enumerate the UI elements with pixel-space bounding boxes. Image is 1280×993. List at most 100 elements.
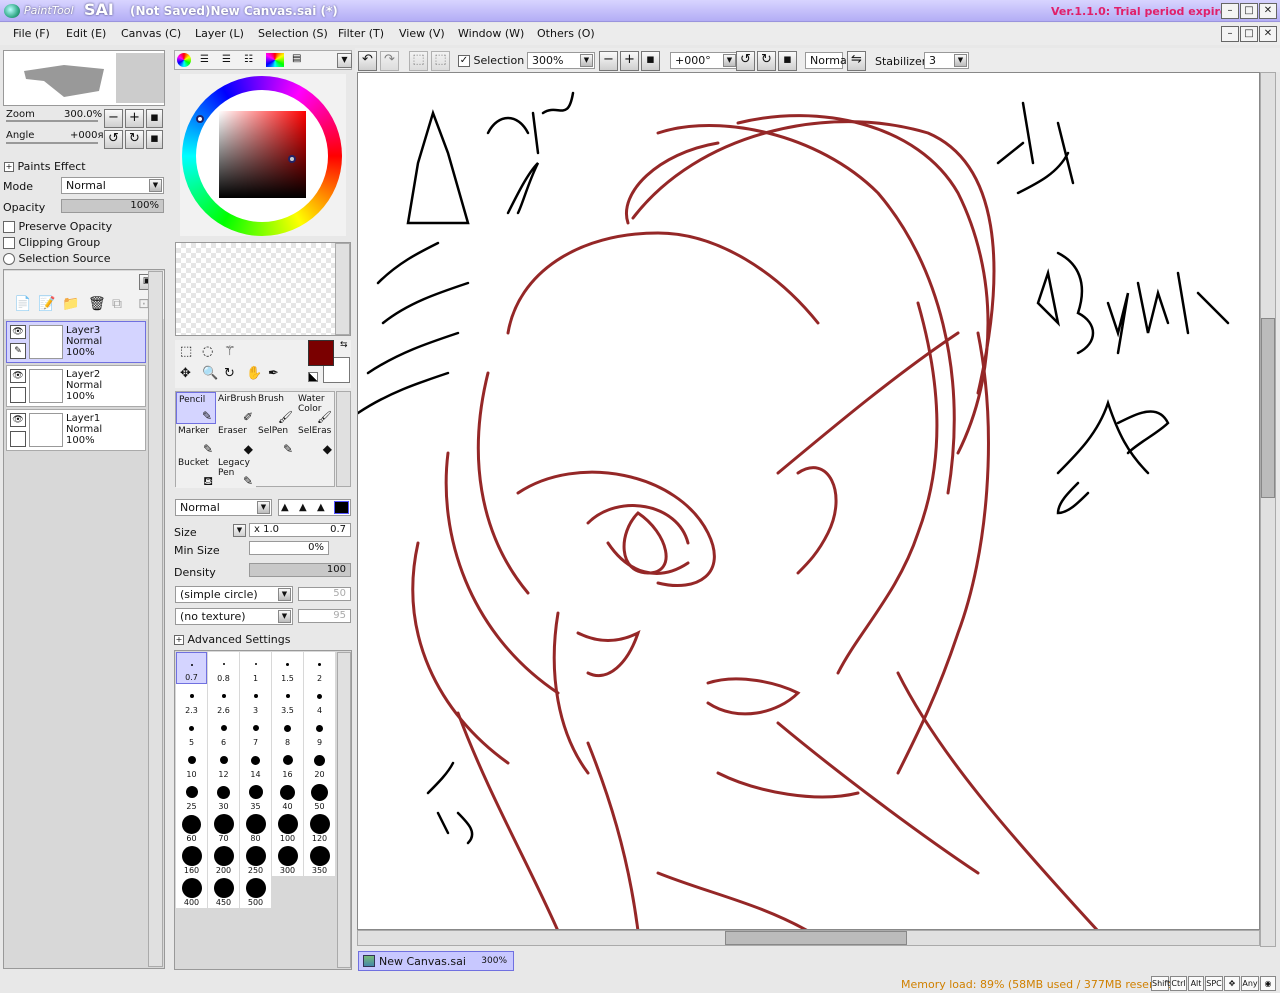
brush-size-16[interactable]: 16: [272, 748, 303, 780]
tool-marker[interactable]: Marker ✎: [176, 424, 216, 456]
brush-size-14[interactable]: 14: [240, 748, 271, 780]
lasso-icon[interactable]: ◌: [202, 344, 213, 359]
scratchpad-mode-icon[interactable]: ▤: [292, 53, 301, 64]
tool-brush[interactable]: Brush 🖌: [256, 392, 296, 424]
move-icon[interactable]: ✥: [180, 366, 191, 381]
tool-scrollbar[interactable]: [336, 391, 351, 487]
brush-size-2[interactable]: 2: [304, 652, 335, 684]
close-button[interactable]: ✕: [1259, 3, 1277, 19]
density-slider[interactable]: 100: [249, 563, 351, 577]
rotate-reset-button[interactable]: ▪: [146, 130, 163, 149]
brush-size-0.7[interactable]: 0.7: [176, 652, 207, 684]
preserve-opacity-checkbox[interactable]: Preserve Opacity: [3, 220, 112, 233]
advanced-settings-toggle[interactable]: + Advanced Settings: [174, 633, 290, 646]
rect-select-icon[interactable]: ⬚: [180, 344, 192, 359]
sv-picker[interactable]: [288, 155, 296, 163]
primary-color-swatch[interactable]: [308, 340, 334, 366]
brush-size-4[interactable]: 4: [304, 684, 335, 716]
brush-size-30[interactable]: 30: [208, 780, 239, 812]
brush-size-35[interactable]: 35: [240, 780, 271, 812]
brush-size-70[interactable]: 70: [208, 812, 239, 844]
tool-watercolor[interactable]: Water Color 🖌: [296, 392, 334, 424]
toolbar-zoom-reset-button[interactable]: ▪: [641, 51, 660, 71]
brush-edge-selector[interactable]: ▲ ▲ ▲: [278, 499, 351, 516]
doc-minimize-button[interactable]: –: [1221, 26, 1239, 42]
zoom-select[interactable]: 300% ▼: [527, 52, 595, 69]
magic-wand-icon[interactable]: ⚚: [224, 344, 236, 359]
brush-size-3[interactable]: 3: [240, 684, 271, 716]
zoom-slider[interactable]: [6, 120, 98, 122]
toolbar-rotate-left-button[interactable]: ↺: [736, 51, 755, 71]
hsv-slider-mode-icon[interactable]: ☰: [222, 54, 231, 65]
zoom-out-button[interactable]: −: [104, 109, 123, 128]
tool-bucket[interactable]: Bucket ⛾: [176, 456, 216, 488]
layer-item-layer2[interactable]: 👁 Layer2 Normal 100%: [6, 365, 146, 407]
stabilizer-select[interactable]: 3 ▼: [924, 52, 969, 69]
rgb-slider-mode-icon[interactable]: ☰: [200, 54, 209, 65]
doc-restore-button[interactable]: □: [1240, 26, 1258, 42]
rotate-tool-icon[interactable]: ↻: [224, 366, 235, 381]
menu-canvas[interactable]: Canvas (C): [121, 27, 181, 40]
color-wheel-mode-icon[interactable]: [177, 53, 191, 67]
canvas-hscroll-thumb[interactable]: [725, 931, 907, 945]
menu-layer[interactable]: Layer (L): [195, 27, 244, 40]
eye-icon[interactable]: 👁: [10, 413, 26, 427]
canvas-vscroll-thumb[interactable]: [1261, 318, 1275, 498]
brush-size-6[interactable]: 6: [208, 716, 239, 748]
angle-select[interactable]: +000° ▼: [670, 52, 738, 69]
tool-eraser[interactable]: Eraser ◆: [216, 424, 256, 456]
flip-view-button[interactable]: ⇋: [847, 51, 866, 71]
brush-size-20[interactable]: 20: [304, 748, 335, 780]
redo-button[interactable]: ↷: [380, 51, 399, 71]
zoom-reset-button[interactable]: ▪: [146, 109, 163, 128]
menu-view[interactable]: View (V): [399, 27, 445, 40]
navigator[interactable]: [3, 50, 165, 106]
toolbar-zoom-in-button[interactable]: +: [620, 51, 639, 71]
brush-size-200[interactable]: 200: [208, 844, 239, 876]
selection-toggle[interactable]: ✓ Selection: [458, 54, 524, 67]
transparent-color-icon[interactable]: [308, 372, 318, 382]
maximize-button[interactable]: □: [1240, 3, 1258, 19]
lock-box-icon[interactable]: [10, 387, 26, 403]
swatches-mode-icon[interactable]: ☷: [244, 54, 253, 65]
edge-soft-icon[interactable]: ▲: [317, 502, 325, 513]
document-tab[interactable]: New Canvas.sai 300%: [358, 951, 514, 971]
menu-others[interactable]: Others (O): [537, 27, 595, 40]
rotate-left-button[interactable]: ↺: [104, 130, 123, 149]
brush-size-5[interactable]: 5: [176, 716, 207, 748]
brush-size-0.8[interactable]: 0.8: [208, 652, 239, 684]
canvas-vscroll[interactable]: [1260, 72, 1276, 947]
menu-filter[interactable]: Filter (T): [338, 27, 384, 40]
undo-button[interactable]: ↶: [358, 51, 377, 71]
menu-edit[interactable]: Edit (E): [66, 27, 106, 40]
new-linework-layer-icon[interactable]: 📝: [38, 296, 55, 312]
texture-strength-slider[interactable]: 95: [298, 609, 351, 623]
brush-size-80[interactable]: 80: [240, 812, 271, 844]
tool-seleras[interactable]: SelEras ◆: [296, 424, 334, 456]
swap-colors-icon[interactable]: ⇆: [340, 340, 348, 350]
brush-size-160[interactable]: 160: [176, 844, 207, 876]
layer-scrollbar[interactable]: [148, 271, 163, 967]
brush-size-9[interactable]: 9: [304, 716, 335, 748]
delete-layer-icon[interactable]: 🗑: [88, 296, 106, 312]
brush-size-350[interactable]: 350: [304, 844, 335, 876]
new-layer-icon[interactable]: 📄: [14, 296, 31, 312]
brush-size-7[interactable]: 7: [240, 716, 271, 748]
brush-size-2.3[interactable]: 2.3: [176, 684, 207, 716]
shape-strength-slider[interactable]: 50: [298, 587, 351, 601]
brush-size-60[interactable]: 60: [176, 812, 207, 844]
brush-shape-select[interactable]: (simple circle) ▼: [175, 586, 293, 603]
panel-menu-button[interactable]: ▼: [337, 53, 352, 68]
new-folder-icon[interactable]: 📁: [62, 296, 79, 312]
brush-size-1[interactable]: 1: [240, 652, 271, 684]
brush-size-300[interactable]: 300: [272, 844, 303, 876]
deselect-button[interactable]: ⬚: [409, 51, 428, 71]
lock-box-icon[interactable]: [10, 431, 26, 447]
toolbar-rotate-right-button[interactable]: ↻: [757, 51, 776, 71]
brush-size-50[interactable]: 50: [304, 780, 335, 812]
brush-size-25[interactable]: 25: [176, 780, 207, 812]
tool-legacy-pen[interactable]: Legacy Pen ✎: [216, 456, 256, 488]
menu-window[interactable]: Window (W): [458, 27, 524, 40]
brush-size-2.6[interactable]: 2.6: [208, 684, 239, 716]
edge-flat-icon[interactable]: [334, 501, 349, 514]
